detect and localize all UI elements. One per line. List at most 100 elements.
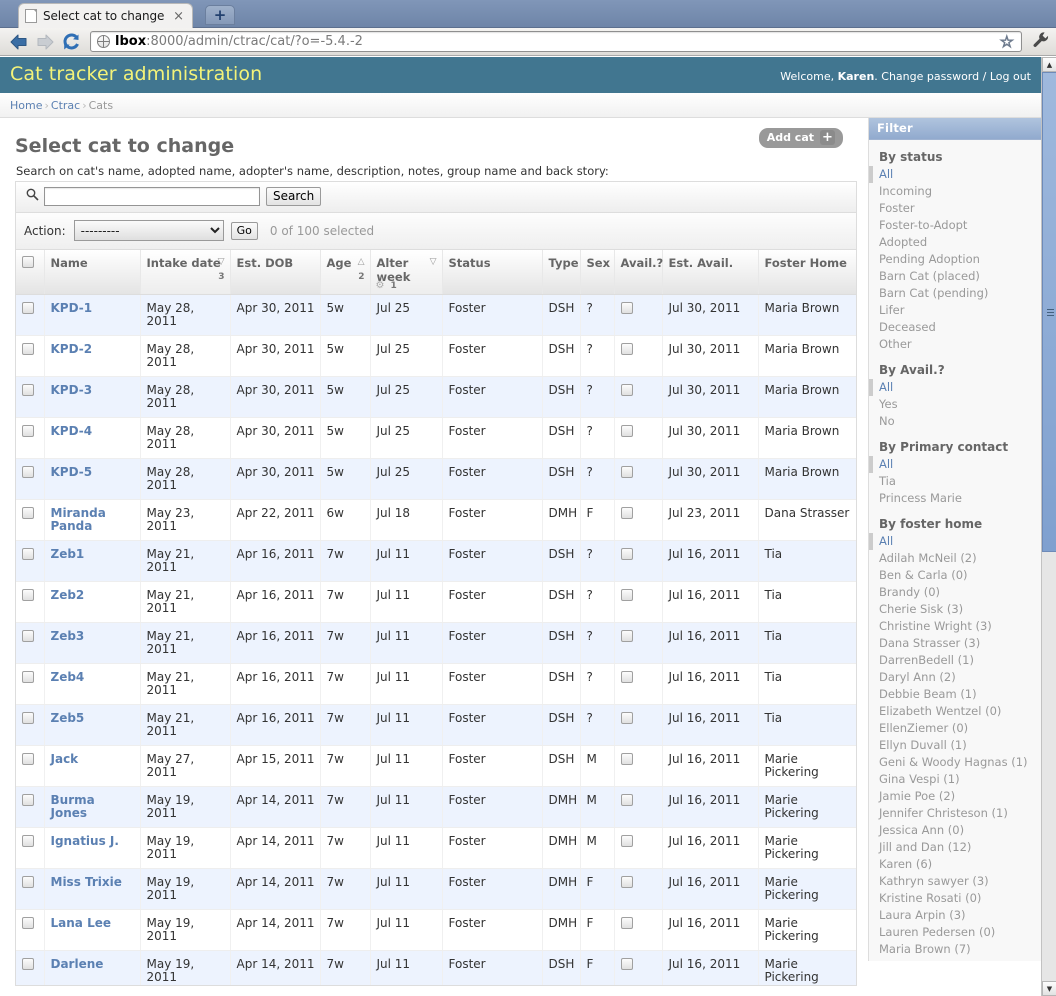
filter-option[interactable]: Deceased	[869, 319, 1041, 336]
cell-avail[interactable]	[614, 745, 663, 787]
cell-avail[interactable]	[614, 786, 663, 828]
table-row[interactable]: Ignatius J. May 19, 2011 Apr 14, 2011 7w Jul…	[16, 827, 856, 869]
table-row[interactable]: Zeb3 May 21, 2011 Apr 16, 2011 7w Jul 11 Fost…	[16, 622, 856, 664]
table-row[interactable]: Lana Lee May 19, 2011 Apr 14, 2011 7w Jul 11…	[16, 909, 856, 951]
filter-option[interactable]: Other	[869, 336, 1041, 353]
filter-option-link[interactable]: Geni & Woody Hagnas (1)	[879, 755, 1028, 769]
table-row[interactable]: Zeb1 May 21, 2011 Apr 16, 2011 7w Jul 11 Fost…	[16, 540, 856, 582]
row-checkbox[interactable]	[22, 711, 34, 724]
logout-link[interactable]: Log out	[990, 70, 1031, 83]
row-checkbox[interactable]	[22, 834, 34, 847]
column-header-age[interactable]: Age △ 2	[320, 250, 371, 295]
change-password-link[interactable]: Change password	[881, 70, 979, 83]
filter-option[interactable]: Karen (6)	[869, 856, 1041, 873]
filter-option-link[interactable]: Adopted	[879, 235, 927, 249]
gear-icon[interactable]: ⚙	[376, 280, 385, 291]
cell-avail[interactable]	[614, 663, 663, 705]
column-header-avail[interactable]: Avail.?	[614, 250, 663, 295]
cell-avail[interactable]	[614, 909, 663, 951]
cell-name[interactable]: Zeb1	[44, 540, 141, 582]
filter-option[interactable]: Maria Brown (7)	[869, 941, 1041, 958]
filter-option[interactable]: Ellyn Duvall (1)	[869, 737, 1041, 754]
cat-link[interactable]: Zeb1	[51, 547, 85, 561]
cell-name[interactable]: KPD-1	[44, 294, 141, 336]
forward-button[interactable]	[32, 29, 58, 55]
avail-checkbox[interactable]	[620, 465, 633, 478]
filter-option[interactable]: Adilah McNeil (2)	[869, 550, 1041, 567]
cell-avail[interactable]	[614, 827, 663, 869]
filter-option-link[interactable]: Jill and Dan (12)	[879, 840, 971, 854]
scrollbar-thumb[interactable]	[1042, 72, 1056, 552]
filter-option[interactable]: Foster	[869, 200, 1041, 217]
row-select-cell[interactable]	[16, 950, 45, 985]
column-header-name[interactable]: Name	[44, 250, 141, 295]
avail-checkbox[interactable]	[620, 875, 633, 888]
row-select-cell[interactable]	[16, 499, 45, 541]
filter-option-link[interactable]: Adilah McNeil (2)	[879, 551, 977, 565]
avail-checkbox[interactable]	[620, 547, 633, 560]
avail-checkbox[interactable]	[620, 834, 633, 847]
cell-name[interactable]: KPD-5	[44, 458, 141, 500]
filter-option-link[interactable]: Elizabeth Wentzel (0)	[879, 704, 1001, 718]
filter-option-link[interactable]: Kristine Rosati (0)	[879, 891, 981, 905]
filter-option[interactable]: Cherie Sisk (3)	[869, 601, 1041, 618]
filter-option-link[interactable]: Jamie Poe (2)	[879, 789, 955, 803]
row-select-cell[interactable]	[16, 417, 45, 459]
cell-name[interactable]: Lana Lee	[44, 909, 141, 951]
filter-option[interactable]: Ben & Carla (0)	[869, 567, 1041, 584]
filter-option[interactable]: Brandy (0)	[869, 584, 1041, 601]
filter-option-link[interactable]: Princess Marie	[879, 491, 962, 505]
cell-avail[interactable]	[614, 458, 663, 500]
page-scrollbar[interactable]: ▲ ▼	[1041, 57, 1056, 996]
filter-option[interactable]: Adopted	[869, 234, 1041, 251]
filter-option[interactable]: All	[869, 166, 1041, 183]
sort-asc-icon[interactable]: △	[358, 257, 365, 267]
filter-option[interactable]: Jennifer Christeson (1)	[869, 805, 1041, 822]
filter-option[interactable]: Incoming	[869, 183, 1041, 200]
cell-name[interactable]: Zeb3	[44, 622, 141, 664]
action-select[interactable]: ---------	[73, 220, 224, 241]
filter-option-link[interactable]: All	[879, 167, 893, 181]
filter-option-link[interactable]: Foster-to-Adopt	[879, 218, 967, 232]
row-checkbox[interactable]	[22, 424, 34, 437]
table-row[interactable]: Jack May 27, 2011 Apr 15, 2011 7w Jul 11 Fost…	[16, 745, 856, 787]
filter-option-link[interactable]: Barn Cat (pending)	[879, 286, 988, 300]
cat-link[interactable]: Lana Lee	[51, 916, 112, 930]
avail-checkbox[interactable]	[620, 916, 633, 929]
filter-option-link[interactable]: DarrenBedell (1)	[879, 653, 974, 667]
scroll-down-button[interactable]: ▼	[1042, 981, 1056, 996]
row-select-cell[interactable]	[16, 540, 45, 582]
avail-checkbox[interactable]	[620, 711, 633, 724]
filter-option[interactable]: Barn Cat (pending)	[869, 285, 1041, 302]
filter-option[interactable]: Lifer	[869, 302, 1041, 319]
filter-option-link[interactable]: Daryl Ann (2)	[879, 670, 956, 684]
row-checkbox[interactable]	[22, 916, 34, 929]
cell-avail[interactable]	[614, 540, 663, 582]
row-select-cell[interactable]	[16, 376, 45, 418]
cat-link[interactable]: KPD-2	[51, 342, 93, 356]
filter-option-link[interactable]: Pending Adoption	[879, 252, 980, 266]
cell-name[interactable]: Zeb5	[44, 704, 141, 746]
cell-name[interactable]: Miranda Panda	[44, 499, 141, 541]
add-cat-button[interactable]: Add cat +	[758, 128, 843, 148]
filter-option[interactable]: All	[869, 533, 1041, 550]
filter-option[interactable]: Christine Wright (3)	[869, 618, 1041, 635]
cell-avail[interactable]	[614, 499, 663, 541]
cell-name[interactable]: KPD-4	[44, 417, 141, 459]
filter-option[interactable]: Debbie Beam (1)	[869, 686, 1041, 703]
sort-desc-icon[interactable]: ▽	[218, 257, 225, 267]
table-row[interactable]: Zeb4 May 21, 2011 Apr 16, 2011 7w Jul 11 Fost…	[16, 663, 856, 705]
cell-name[interactable]: Ignatius J.	[44, 827, 141, 869]
row-checkbox[interactable]	[22, 547, 34, 560]
column-header-intake-date[interactable]: Intake date ▽ 3	[140, 250, 231, 295]
row-select-cell[interactable]	[16, 294, 45, 336]
row-select-cell[interactable]	[16, 868, 45, 910]
filter-option-link[interactable]: Lifer	[879, 303, 904, 317]
cell-name[interactable]: KPD-2	[44, 335, 141, 377]
filter-option-link[interactable]: Gina Vespi (1)	[879, 772, 960, 786]
new-tab-button[interactable]: +	[205, 5, 235, 25]
avail-checkbox[interactable]	[620, 383, 633, 396]
breadcrumb-home[interactable]: Home	[10, 99, 42, 112]
filter-option[interactable]: Pending Adoption	[869, 251, 1041, 268]
breadcrumb-ctrac[interactable]: Ctrac	[51, 99, 80, 112]
